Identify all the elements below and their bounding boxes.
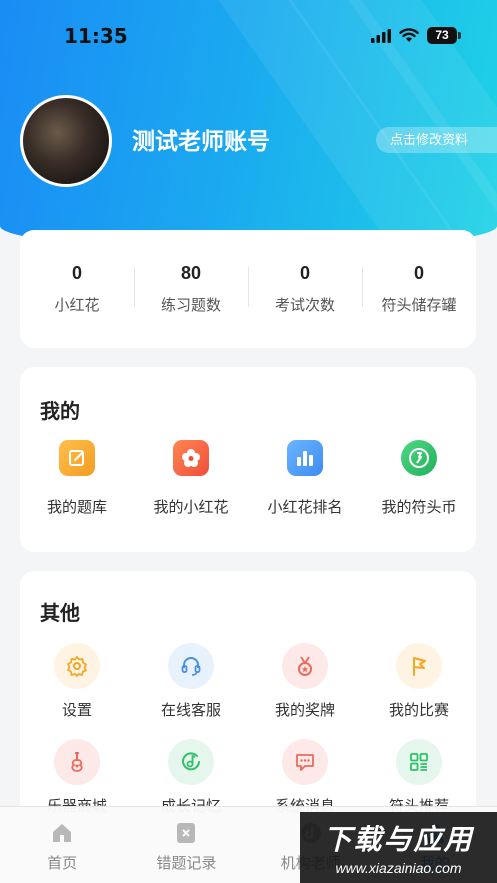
mine-flowers[interactable]: 我的小红花 — [134, 440, 248, 517]
section-title-other: 其他 — [40, 603, 80, 625]
mine-item-label: 我的题库 — [46, 499, 107, 516]
wifi-icon — [399, 28, 419, 42]
stat-savings[interactable]: 0 符头储存罐 — [362, 263, 476, 315]
avatar[interactable] — [20, 95, 112, 187]
status-time: 11:35 — [64, 24, 128, 48]
stat-exams[interactable]: 0 考试次数 — [248, 263, 362, 315]
flag-icon — [396, 643, 442, 689]
other-competitions[interactable]: 我的比赛 — [362, 643, 476, 739]
mine-item-label: 我的符头币 — [381, 499, 457, 516]
tab-label: 错题记录 — [156, 855, 217, 872]
stat-value: 80 — [180, 263, 202, 283]
headset-icon — [168, 643, 214, 689]
other-settings[interactable]: 设置 — [20, 643, 134, 739]
mine-question-bank[interactable]: 我的题库 — [20, 440, 134, 517]
other-customer-service[interactable]: 在线客服 — [134, 643, 248, 739]
stat-value: 0 — [299, 263, 310, 283]
stat-practice[interactable]: 80 练习题数 — [134, 263, 248, 315]
mine-item-label: 我的小红花 — [153, 499, 229, 516]
stat-label: 考试次数 — [274, 297, 335, 314]
mine-item-label: 小红花排名 — [267, 499, 343, 516]
other-item-label: 我的比赛 — [388, 702, 449, 719]
watermark-title: 下载与应用 — [323, 824, 474, 855]
tab-label: 首页 — [47, 855, 78, 872]
mine-coins[interactable]: 我的符头币 — [362, 440, 476, 517]
wrong-record-icon — [177, 823, 196, 843]
mine-flower-ranking[interactable]: 小红花排名 — [248, 440, 362, 517]
other-section: 其他 设置 在线客服 我的奖牌 我的比赛 — [20, 571, 476, 831]
watermark-url: www.xiazainiao.com — [335, 860, 462, 876]
medal-icon — [282, 643, 328, 689]
username: 测试老师账号 — [132, 128, 270, 154]
other-medals[interactable]: 我的奖牌 — [248, 643, 362, 739]
other-item-label: 在线客服 — [160, 702, 221, 719]
battery-icon: 73 — [427, 27, 461, 44]
grid-icon — [396, 739, 442, 785]
edit-icon — [59, 440, 95, 476]
status-bar: 11:35 73 — [0, 0, 497, 72]
coin-icon — [401, 440, 437, 476]
tab-home[interactable]: 首页 — [0, 807, 124, 883]
home-icon — [53, 824, 72, 842]
stat-value: 0 — [71, 263, 82, 283]
stat-flowers[interactable]: 0 小红花 — [20, 263, 134, 315]
gear-icon — [54, 643, 100, 689]
stats-card: 0 小红花 80 练习题数 0 考试次数 0 符头储存罐 — [20, 230, 476, 348]
section-title-mine: 我的 — [40, 401, 80, 423]
other-item-label: 设置 — [61, 702, 92, 719]
music-disc-icon — [168, 739, 214, 785]
signal-icon — [371, 28, 391, 43]
other-item-label: 我的奖牌 — [274, 702, 335, 719]
mine-section: 我的 我的题库 我的小红花 小红花排名 我的符头币 — [20, 367, 476, 552]
watermark: 下载与应用 www.xiazainiao.com — [300, 812, 497, 883]
stat-value: 0 — [413, 263, 424, 283]
flower-icon — [173, 440, 209, 476]
battery-level: 73 — [435, 28, 449, 42]
edit-profile-button[interactable]: 点击修改资料 — [376, 127, 497, 153]
bar-chart-icon — [287, 440, 323, 476]
tab-wrong-records[interactable]: 错题记录 — [124, 807, 248, 883]
guitar-icon — [54, 739, 100, 785]
stat-label: 练习题数 — [160, 297, 221, 314]
message-icon — [282, 739, 328, 785]
stat-label: 符头储存罐 — [381, 297, 457, 314]
stat-label: 小红花 — [54, 297, 100, 314]
